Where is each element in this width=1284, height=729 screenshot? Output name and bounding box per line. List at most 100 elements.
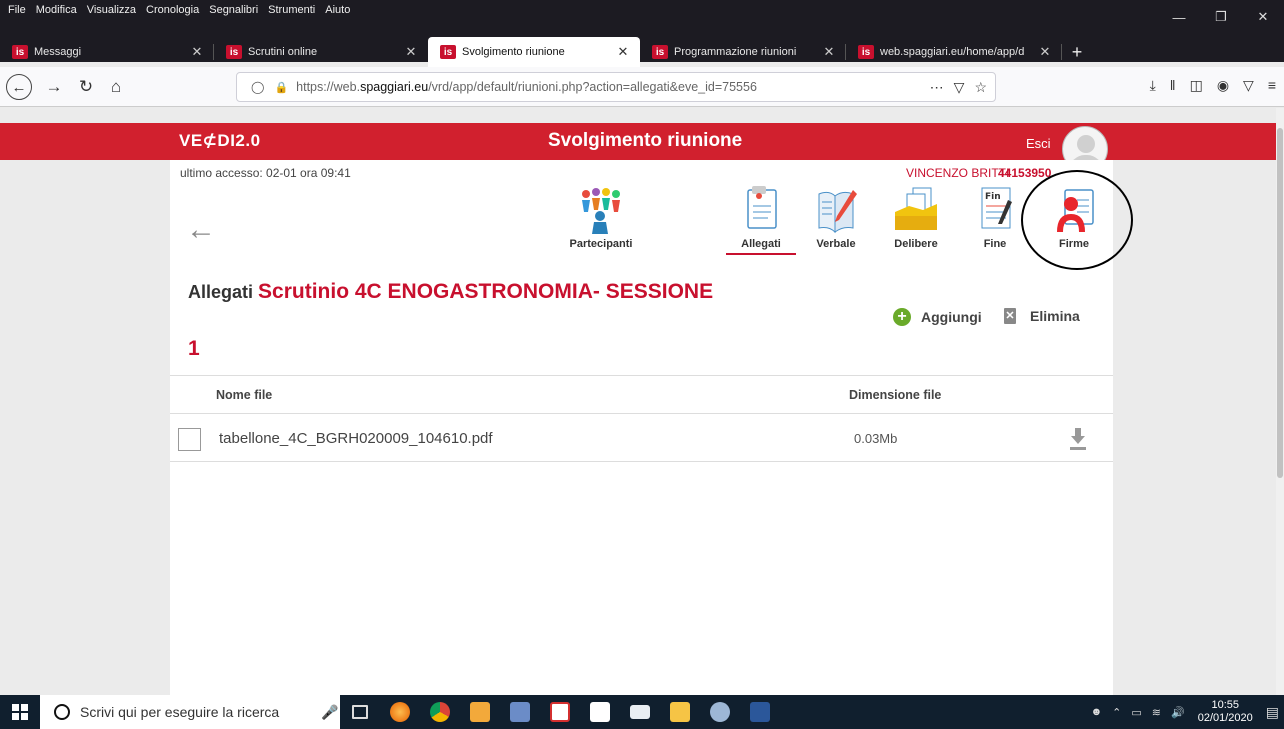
- firefox-icon[interactable]: [380, 695, 420, 729]
- microphone-icon[interactable]: 🎤: [321, 704, 338, 721]
- shield-icon[interactable]: ◯: [251, 80, 264, 94]
- wifi-icon[interactable]: ≋: [1152, 706, 1161, 719]
- tab-programmazione-riunioni[interactable]: is Programmazione riunioni ✕: [640, 37, 846, 67]
- site-favicon-icon: is: [858, 45, 874, 59]
- notifications-icon[interactable]: ▤: [1266, 704, 1279, 721]
- nav-delibere[interactable]: Delibere: [881, 186, 951, 250]
- mail-icon[interactable]: [620, 695, 660, 729]
- menu-modifica[interactable]: Modifica: [31, 4, 82, 16]
- library-icon[interactable]: ‖: [1170, 77, 1176, 94]
- section-meeting-name: Scrutinio 4C ENOGASTRONOMIA- SESSIONE: [258, 280, 714, 303]
- tray-overflow-icon[interactable]: ⌃: [1112, 706, 1121, 719]
- row-checkbox[interactable]: [178, 428, 201, 451]
- menu-file[interactable]: File: [0, 4, 31, 16]
- editor-app-icon[interactable]: [500, 695, 540, 729]
- menu-segnalibri[interactable]: Segnalibri: [204, 4, 263, 16]
- volume-icon[interactable]: 🔊: [1171, 706, 1185, 719]
- account-icon[interactable]: ◉: [1217, 77, 1229, 94]
- system-tray: ☻ ⌃ ▭ ≋ 🔊 10:55 02/01/2020 ▤: [1086, 695, 1284, 729]
- toolbar-right: ⤓ ‖ ◫ ◉ ▽ ≡: [1150, 77, 1276, 94]
- close-tab-icon[interactable]: ✕: [614, 44, 632, 60]
- page-scrollbar[interactable]: [1276, 108, 1284, 695]
- acrobat-icon[interactable]: [540, 695, 580, 729]
- tab-svolgimento-riunione[interactable]: is Svolgimento riunione ✕: [428, 37, 640, 67]
- store-icon[interactable]: [580, 695, 620, 729]
- site-favicon-icon: is: [12, 45, 28, 59]
- people-icon[interactable]: ☻: [1091, 706, 1103, 718]
- page-actions-icon[interactable]: ⋯: [930, 79, 944, 96]
- outlook-icon[interactable]: [460, 695, 500, 729]
- pocket-icon[interactable]: ▽: [954, 79, 965, 96]
- clock-time: 10:55: [1211, 699, 1239, 711]
- window-controls: — ❐ ✕: [1158, 0, 1284, 34]
- close-tab-icon[interactable]: ✕: [820, 44, 838, 60]
- logout-link[interactable]: Esci: [1026, 136, 1051, 151]
- clock[interactable]: 10:55 02/01/2020: [1198, 699, 1253, 725]
- annotation-circle: [1021, 170, 1133, 270]
- downloads-icon[interactable]: ⤓: [1150, 77, 1156, 94]
- windows-taskbar: Scrivi qui per eseguire la ricerca 🎤 ☻ ⌃…: [0, 695, 1284, 729]
- url-domain: spaggiari.eu: [360, 80, 429, 94]
- close-window-icon[interactable]: ✕: [1242, 0, 1284, 34]
- nav-label: Allegati: [726, 238, 796, 255]
- tab-messaggi[interactable]: is Messaggi ✕: [0, 37, 214, 67]
- resolutions-icon: [895, 187, 937, 230]
- last-access-text: ultimo accesso: 02-01 ora 09:41: [180, 166, 351, 180]
- close-tab-icon[interactable]: ✕: [402, 44, 420, 60]
- site-favicon-icon: is: [652, 45, 668, 59]
- menu-aiuto[interactable]: Aiuto: [320, 4, 355, 16]
- menu-hamburger-icon[interactable]: ≡: [1268, 77, 1276, 94]
- windows-start-icon[interactable]: [0, 695, 40, 729]
- add-button[interactable]: + Aggiungi: [893, 308, 982, 326]
- delete-button[interactable]: ✕ Elimina: [1004, 308, 1080, 324]
- taskbar-search[interactable]: Scrivi qui per eseguire la ricerca 🎤: [40, 695, 340, 729]
- nav-verbale[interactable]: Verbale: [801, 186, 871, 250]
- section-title: Allegati Scrutinio 4C ENOGASTRONOMIA- SE…: [188, 280, 713, 304]
- close-tab-icon[interactable]: ✕: [188, 44, 206, 60]
- task-view-icon[interactable]: [340, 695, 380, 729]
- scrollbar-thumb[interactable]: [1277, 128, 1283, 478]
- lock-icon[interactable]: 🔒: [274, 81, 288, 94]
- tab-label: web.spaggiari.eu/home/app/d: [880, 46, 1025, 58]
- word-icon[interactable]: [740, 695, 780, 729]
- tab-spaggiari-home[interactable]: is web.spaggiari.eu/home/app/d ✕: [846, 37, 1062, 67]
- bookmark-star-icon[interactable]: ☆: [974, 79, 987, 96]
- tab-label: Scrutini online: [248, 46, 318, 58]
- column-header-size[interactable]: Dimensione file: [849, 388, 941, 402]
- table-header: Nome file Dimensione file: [170, 375, 1113, 414]
- nav-label: Fine: [983, 238, 1007, 250]
- nav-allegati[interactable]: Allegati: [726, 186, 796, 255]
- file-size: 0.03Mb: [854, 431, 898, 446]
- back-icon[interactable]: ←: [6, 74, 32, 100]
- back-arrow-icon[interactable]: ←: [186, 213, 216, 247]
- file-explorer-icon[interactable]: [660, 695, 700, 729]
- nav-partecipanti[interactable]: Partecipanti: [566, 186, 636, 250]
- menu-cronologia[interactable]: Cronologia: [141, 4, 204, 16]
- restore-icon[interactable]: ❐: [1200, 0, 1242, 34]
- section-prefix: Allegati: [188, 282, 254, 302]
- clock-date: 02/01/2020: [1197, 712, 1253, 724]
- url-text[interactable]: https://web.spaggiari.eu/vrd/app/default…: [296, 80, 757, 94]
- home-icon[interactable]: ⌂: [102, 73, 130, 101]
- pocket-toolbar-icon[interactable]: ▽: [1243, 77, 1254, 94]
- column-header-name[interactable]: Nome file: [216, 388, 272, 402]
- chrome-icon[interactable]: [420, 695, 460, 729]
- download-icon[interactable]: [1070, 428, 1086, 450]
- tab-strip: is Messaggi ✕ is Scrutini online ✕ is Sv…: [0, 37, 1092, 67]
- new-tab-icon[interactable]: +: [1062, 37, 1092, 67]
- tab-scrutini-online[interactable]: is Scrutini online ✕: [214, 37, 428, 67]
- sidebar-icon[interactable]: ◫: [1190, 77, 1203, 94]
- minimize-icon[interactable]: —: [1158, 0, 1200, 34]
- address-bar[interactable]: ◯ 🔒 https://web.spaggiari.eu/vrd/app/def…: [236, 72, 996, 102]
- menu-visualizza[interactable]: Visualizza: [82, 4, 141, 16]
- file-name[interactable]: tabellone_4C_BGRH020009_104610.pdf: [219, 430, 493, 447]
- forward-icon[interactable]: →: [40, 73, 68, 101]
- close-tab-icon[interactable]: ✕: [1036, 44, 1054, 60]
- nav-fine[interactable]: Fin Fine: [960, 186, 1030, 250]
- paint-icon[interactable]: [700, 695, 740, 729]
- site-favicon-icon: is: [226, 45, 242, 59]
- reload-icon[interactable]: ↻: [72, 73, 100, 101]
- menu-strumenti[interactable]: Strumenti: [263, 4, 320, 16]
- tab-divider: [1061, 44, 1062, 60]
- battery-icon[interactable]: ▭: [1131, 706, 1141, 719]
